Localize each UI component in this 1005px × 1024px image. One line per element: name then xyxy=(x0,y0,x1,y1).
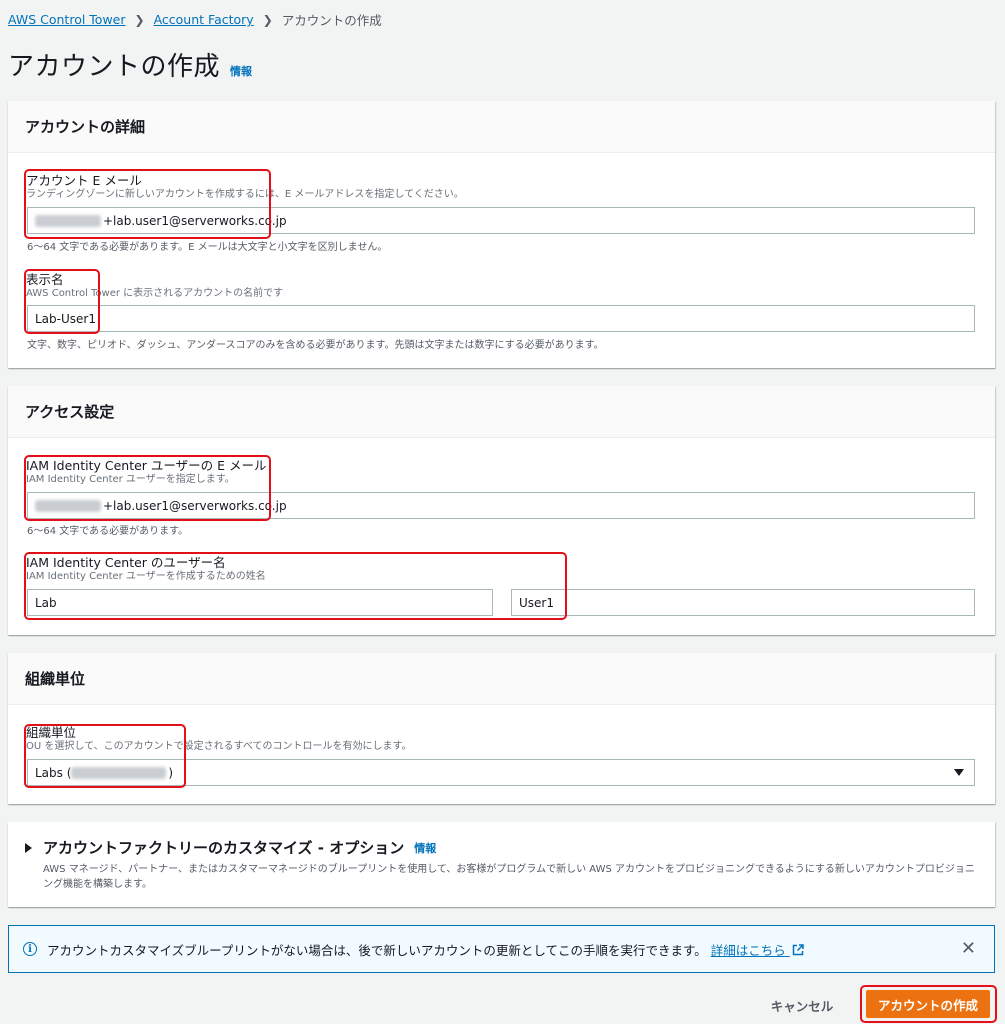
sso-email-field: IAM Identity Center ユーザーの E メール IAM Iden… xyxy=(26,458,976,486)
breadcrumb: AWS Control Tower ❯ Account Factory ❯ アカ… xyxy=(8,10,382,29)
chevron-right-icon: ❯ xyxy=(262,12,273,27)
redacted-text xyxy=(35,499,101,512)
field-label: 表示名 xyxy=(26,272,64,287)
field-hint: 6～64 文字である必要があります。 xyxy=(27,526,189,537)
info-alert: i アカウントカスタマイズブループリントがない場合は、後で新しいアカウントの更新… xyxy=(8,925,995,973)
breadcrumb-control-tower[interactable]: AWS Control Tower xyxy=(8,12,126,27)
field-label: IAM Identity Center ユーザーの E メール xyxy=(26,458,267,473)
display-name-field: 表示名 AWS Control Tower に表示されるアカウントの名前です xyxy=(26,272,976,300)
panel-title: 組織単位 xyxy=(25,670,86,688)
account-details-panel: アカウントの詳細 アカウント E メール ランディングゾーンに新しいアカウントを… xyxy=(8,101,995,368)
display-name-input[interactable]: Lab-User1 xyxy=(27,305,975,332)
create-account-button[interactable]: アカウントの作成 xyxy=(866,990,990,1018)
sso-email-input[interactable]: +lab.user1@serverworks.co.jp xyxy=(27,492,975,519)
account-email-input[interactable]: +lab.user1@serverworks.co.jp xyxy=(27,207,975,234)
last-name-input[interactable]: User1 xyxy=(511,589,975,616)
chevron-right-icon: ❯ xyxy=(134,12,145,27)
info-link[interactable]: 情報 xyxy=(230,63,252,79)
customization-toggle[interactable]: アカウントファクトリーのカスタマイズ - オプション 情報 xyxy=(25,837,978,858)
info-circle-icon: i xyxy=(23,942,37,956)
first-name-input[interactable]: Lab xyxy=(27,589,493,616)
ou-select[interactable]: Labs () xyxy=(27,759,975,786)
redacted-text xyxy=(35,214,101,227)
page-header: アカウントの作成 情報 xyxy=(8,46,252,83)
cancel-button[interactable]: キャンセル xyxy=(762,993,842,1017)
access-settings-panel: アクセス設定 IAM Identity Center ユーザーの E メール I… xyxy=(8,386,995,635)
field-description: OU を選択して、このアカウントで設定されるすべてのコントロールを有効にします。 xyxy=(26,741,412,752)
caret-right-icon xyxy=(25,842,32,853)
field-hint: 6～64 文字である必要があります。E メールは大文字と小文字を区別しません。 xyxy=(27,242,388,253)
alert-text: アカウントカスタマイズブループリントがない場合は、後で新しいアカウントの更新とし… xyxy=(47,942,707,958)
ou-field: 組織単位 OU を選択して、このアカウントで設定されるすべてのコントロールを有効… xyxy=(26,725,976,753)
organizational-unit-panel: 組織単位 組織単位 OU を選択して、このアカウントで設定されるすべてのコントロ… xyxy=(8,653,995,804)
learn-more-link[interactable]: 詳細はこちら xyxy=(711,940,804,959)
info-link[interactable]: 情報 xyxy=(414,840,436,856)
sso-username-field: IAM Identity Center のユーザー名 IAM Identity … xyxy=(26,555,976,583)
field-description: IAM Identity Center ユーザーを指定します。 xyxy=(26,474,235,485)
panel-title: アカウントの詳細 xyxy=(25,118,146,136)
field-label: IAM Identity Center のユーザー名 xyxy=(26,555,226,570)
panel-title: アクセス設定 xyxy=(25,403,115,421)
field-description: ランディングゾーンに新しいアカウントを作成するには、E メールアドレスを指定して… xyxy=(26,189,464,200)
redacted-text xyxy=(71,766,167,779)
field-label: アカウント E メール xyxy=(26,173,142,188)
field-hint: 文字、数字、ピリオド、ダッシュ、アンダースコアのみを含める必要があります。先頭は… xyxy=(27,340,604,351)
external-link-icon xyxy=(792,943,804,955)
breadcrumb-account-factory[interactable]: Account Factory xyxy=(154,12,254,27)
field-description: AWS Control Tower に表示されるアカウントの名前です xyxy=(26,288,284,299)
section-title: アカウントファクトリーのカスタマイズ - オプション xyxy=(43,839,405,857)
field-label: 組織単位 xyxy=(26,725,77,740)
caret-down-icon xyxy=(954,769,964,776)
page-title: アカウントの作成 xyxy=(8,52,221,82)
close-icon[interactable]: ✕ xyxy=(961,938,976,959)
section-description: AWS マネージド、パートナー、またはカスタマーマネージドのブループリントを使用… xyxy=(43,864,975,890)
customization-section: アカウントファクトリーのカスタマイズ - オプション 情報 AWS マネージド、… xyxy=(8,822,995,907)
breadcrumb-current: アカウントの作成 xyxy=(281,13,382,28)
field-description: IAM Identity Center ユーザーを作成するための姓名 xyxy=(26,571,266,582)
account-email-field: アカウント E メール ランディングゾーンに新しいアカウントを作成するには、E … xyxy=(26,173,976,201)
